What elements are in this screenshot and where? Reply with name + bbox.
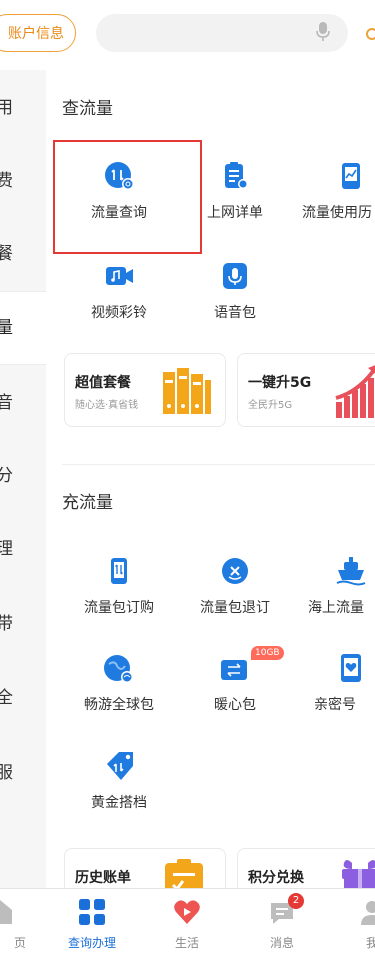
warm-pack-item[interactable]: 10GB 暖心包	[180, 646, 290, 722]
sidebar-item-5[interactable]: 音	[0, 367, 46, 439]
video-ringtone-icon	[106, 267, 133, 285]
promo-card-subtitle: 全民升5G	[248, 400, 293, 411]
data-tag-badge: 10GB	[251, 646, 284, 660]
voice-pack-label: 语音包	[214, 305, 256, 321]
internet-detail-icon	[225, 162, 248, 189]
package-order-item[interactable]: 流量包订购	[64, 555, 174, 625]
promo-card-package[interactable]: 超值套餐 随心选·真省钱	[64, 353, 226, 427]
tab-label: 查询办理	[67, 936, 116, 950]
sidebar-item-3[interactable]: 餐	[0, 218, 46, 290]
user-icon	[361, 901, 375, 925]
tab-label: 生活	[174, 936, 199, 950]
sidebar-item-9[interactable]: 全	[0, 662, 46, 734]
sidebar-item-10[interactable]: 服	[0, 737, 46, 809]
package-order-label: 流量包订购	[84, 600, 154, 616]
promo-card-title: 一键升5G	[248, 375, 312, 391]
sidebar-item-7[interactable]: 理	[0, 513, 46, 585]
points-exchange-card[interactable]: 积分兑换	[237, 848, 375, 888]
promo-card-5g[interactable]: 一键升5G 全民升5G	[237, 353, 375, 427]
promo-card-subtitle: 随心选·真省钱	[75, 400, 139, 411]
books-icon	[163, 368, 211, 414]
bottom-tab-bar: 页 查询办理 生活 2 消息 我	[0, 888, 375, 960]
search-input[interactable]	[96, 14, 348, 52]
section-divider	[62, 464, 375, 465]
golden-partner-icon	[107, 752, 133, 780]
package-order-icon	[111, 558, 127, 584]
global-roaming-icon	[104, 655, 133, 683]
intimate-number-item[interactable]: 亲密号	[296, 652, 375, 722]
top-bar: 账户信息	[0, 0, 375, 71]
tab-query[interactable]: 查询办理	[52, 889, 132, 960]
sidebar-item-traffic[interactable]: 量	[0, 292, 46, 364]
warm-pack-icon	[221, 660, 247, 680]
usage-history-label: 流量使用历	[302, 205, 372, 221]
main-content: 查流量 流量查询 上网详单 流量使用历 视频彩铃 语音包 超值套餐 随心选·真省…	[46, 70, 375, 888]
home-icon	[0, 900, 12, 924]
tab-life[interactable]: 生活	[147, 889, 227, 960]
tab-label: 我	[365, 936, 375, 950]
sea-traffic-label: 海上流量	[308, 600, 364, 616]
tab-home[interactable]: 页	[0, 889, 40, 960]
history-bill-title: 历史账单	[75, 870, 131, 886]
voice-pack-icon	[223, 263, 247, 289]
video-ringtone-label: 视频彩铃	[91, 305, 147, 321]
global-roaming-label: 畅游全球包	[84, 697, 154, 713]
sidebar-item-1[interactable]: 用	[0, 72, 46, 144]
history-bill-card[interactable]: 历史账单	[64, 848, 226, 888]
package-cancel-label: 流量包退订	[200, 600, 270, 616]
sidebar-item-6[interactable]: 分	[0, 440, 46, 512]
package-cancel-item[interactable]: 流量包退订	[180, 555, 290, 625]
bill-clipboard-icon	[165, 859, 203, 888]
section-title-recharge: 充流量	[62, 493, 113, 513]
microphone-icon[interactable]	[316, 22, 330, 42]
usage-history-item[interactable]: 流量使用历	[296, 160, 375, 230]
tab-label: 消息	[269, 936, 294, 950]
points-exchange-title: 积分兑换	[248, 870, 304, 886]
video-ringtone-item[interactable]: 视频彩铃	[64, 260, 174, 330]
sidebar-item-2[interactable]: 费	[0, 145, 46, 217]
heart-icon	[174, 900, 200, 924]
section-title-query: 查流量	[62, 99, 113, 119]
promo-card-title: 超值套餐	[75, 375, 131, 391]
message-icon[interactable]	[365, 27, 375, 41]
sea-traffic-icon	[336, 557, 366, 586]
tab-me[interactable]: 我	[332, 889, 375, 960]
grid-icon	[79, 899, 105, 925]
global-roaming-item[interactable]: 畅游全球包	[64, 652, 174, 722]
golden-partner-label: 黄金搭档	[91, 795, 147, 811]
gift-icon	[342, 860, 375, 888]
package-cancel-icon	[222, 558, 248, 584]
voice-pack-item[interactable]: 语音包	[180, 260, 290, 330]
sea-traffic-item[interactable]: 海上流量	[296, 555, 375, 625]
upgrade-arrow-icon	[335, 365, 375, 418]
tab-label: 页	[13, 936, 26, 950]
sidebar-divider	[0, 364, 46, 365]
golden-partner-item[interactable]: 黄金搭档	[64, 750, 174, 820]
intimate-number-icon	[341, 654, 361, 682]
usage-history-icon	[342, 163, 360, 189]
unread-badge: 2	[288, 893, 304, 909]
selection-highlight	[53, 140, 202, 254]
account-info-button[interactable]: 账户信息	[0, 14, 76, 52]
tab-messages[interactable]: 2 消息	[242, 889, 322, 960]
intimate-number-label: 亲密号	[314, 697, 356, 713]
sidebar-item-8[interactable]: 带	[0, 588, 46, 660]
warm-pack-label: 暖心包	[214, 697, 256, 713]
category-sidebar: 用 费 餐 量 音 分 理 带 全 服	[0, 70, 46, 888]
